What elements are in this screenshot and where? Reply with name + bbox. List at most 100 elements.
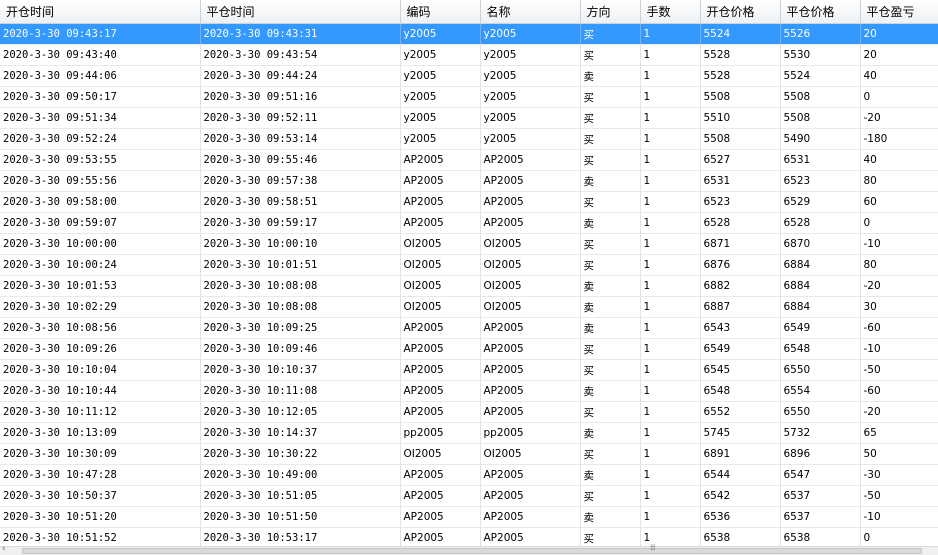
table-row[interactable]: 2020-3-30 10:50:37 2020-3-30 10:51:05 AP20… bbox=[0, 485, 938, 507]
cell-pnl: -30 bbox=[860, 464, 938, 486]
cell-name: OI2005 bbox=[480, 254, 581, 276]
table-row[interactable]: 2020-3-30 10:10:04 2020-3-30 10:10:37 AP20… bbox=[0, 359, 938, 381]
cell-close-price: 6554 bbox=[780, 380, 861, 402]
table-row[interactable]: 2020-3-30 09:43:40 2020-3-30 09:43:54 y200… bbox=[0, 44, 938, 66]
cell-close-price: 6870 bbox=[780, 233, 861, 255]
trade-history-grid[interactable]: 开仓时间 平仓时间 编码 名称 方向 手数 开仓价格 平仓价格 平仓盈亏 202… bbox=[0, 0, 938, 554]
table-row[interactable]: 2020-3-30 09:43:17 2020-3-30 09:43:31 y200… bbox=[0, 23, 938, 45]
cell-lots: 1 bbox=[640, 485, 701, 507]
cell-lots: 1 bbox=[640, 296, 701, 318]
table-row[interactable]: 2020-3-30 10:10:44 2020-3-30 10:11:08 AP20… bbox=[0, 380, 938, 402]
column-header-name[interactable]: 名称 bbox=[480, 0, 581, 24]
column-header-lots[interactable]: 手数 bbox=[640, 0, 701, 24]
cell-open-time: 2020-3-30 10:47:28 bbox=[0, 464, 201, 486]
cell-name: y2005 bbox=[480, 65, 581, 87]
cell-open-time: 2020-3-30 10:02:29 bbox=[0, 296, 201, 318]
cell-direction: 买 bbox=[580, 401, 641, 423]
cell-open-price: 6528 bbox=[700, 212, 781, 234]
table-row[interactable]: 2020-3-30 09:52:24 2020-3-30 09:53:14 y200… bbox=[0, 128, 938, 150]
cell-lots: 1 bbox=[640, 338, 701, 360]
table-row[interactable]: 2020-3-30 10:11:12 2020-3-30 10:12:05 AP20… bbox=[0, 401, 938, 423]
cell-direction: 卖 bbox=[580, 275, 641, 297]
column-header-pnl[interactable]: 平仓盈亏 bbox=[860, 0, 938, 24]
table-row[interactable]: 2020-3-30 10:30:09 2020-3-30 10:30:22 OI20… bbox=[0, 443, 938, 465]
cell-close-price: 6531 bbox=[780, 149, 861, 171]
cell-name: y2005 bbox=[480, 23, 581, 45]
cell-open-price: 5508 bbox=[700, 128, 781, 150]
cell-name: AP2005 bbox=[480, 338, 581, 360]
cell-open-time: 2020-3-30 09:53:55 bbox=[0, 149, 201, 171]
cell-open-price: 6871 bbox=[700, 233, 781, 255]
cell-name: AP2005 bbox=[480, 506, 581, 528]
cell-open-price: 6544 bbox=[700, 464, 781, 486]
cell-code: AP2005 bbox=[400, 506, 481, 528]
table-row[interactable]: 2020-3-30 10:13:09 2020-3-30 10:14:37 pp20… bbox=[0, 422, 938, 444]
table-row[interactable]: 2020-3-30 10:51:20 2020-3-30 10:51:50 AP20… bbox=[0, 506, 938, 528]
cell-close-time: 2020-3-30 09:43:54 bbox=[200, 44, 401, 66]
table-row[interactable]: 2020-3-30 10:02:29 2020-3-30 10:08:08 OI20… bbox=[0, 296, 938, 318]
cell-close-price: 6528 bbox=[780, 212, 861, 234]
cell-open-price: 5508 bbox=[700, 86, 781, 108]
cell-pnl: -50 bbox=[860, 485, 938, 507]
cell-close-price: 5526 bbox=[780, 23, 861, 45]
cell-lots: 1 bbox=[640, 359, 701, 381]
table-row[interactable]: 2020-3-30 09:55:56 2020-3-30 09:57:38 AP20… bbox=[0, 170, 938, 192]
column-header-close-price[interactable]: 平仓价格 bbox=[780, 0, 861, 24]
cell-open-price: 6543 bbox=[700, 317, 781, 339]
cell-close-price: 5732 bbox=[780, 422, 861, 444]
table-row[interactable]: 2020-3-30 09:58:00 2020-3-30 09:58:51 AP20… bbox=[0, 191, 938, 213]
cell-code: AP2005 bbox=[400, 338, 481, 360]
cell-pnl: -60 bbox=[860, 317, 938, 339]
column-header-direction[interactable]: 方向 bbox=[580, 0, 641, 24]
cell-close-price: 6550 bbox=[780, 401, 861, 423]
cell-code: AP2005 bbox=[400, 317, 481, 339]
cell-pnl: -10 bbox=[860, 506, 938, 528]
table-row[interactable]: 2020-3-30 10:08:56 2020-3-30 10:09:25 AP20… bbox=[0, 317, 938, 339]
table-row[interactable]: 2020-3-30 09:53:55 2020-3-30 09:55:46 AP20… bbox=[0, 149, 938, 171]
cell-lots: 1 bbox=[640, 128, 701, 150]
cell-open-time: 2020-3-30 10:09:26 bbox=[0, 338, 201, 360]
cell-close-time: 2020-3-30 10:09:25 bbox=[200, 317, 401, 339]
cell-pnl: -20 bbox=[860, 401, 938, 423]
table-row[interactable]: 2020-3-30 10:01:53 2020-3-30 10:08:08 OI20… bbox=[0, 275, 938, 297]
cell-code: y2005 bbox=[400, 65, 481, 87]
cell-open-price: 5528 bbox=[700, 44, 781, 66]
table-row[interactable]: 2020-3-30 10:47:28 2020-3-30 10:49:00 AP20… bbox=[0, 464, 938, 486]
cell-open-time: 2020-3-30 09:43:17 bbox=[0, 23, 201, 45]
cell-direction: 卖 bbox=[580, 296, 641, 318]
table-row[interactable]: 2020-3-30 09:59:07 2020-3-30 09:59:17 AP20… bbox=[0, 212, 938, 234]
table-row[interactable]: 2020-3-30 10:00:24 2020-3-30 10:01:51 OI20… bbox=[0, 254, 938, 276]
cell-pnl: -20 bbox=[860, 275, 938, 297]
scrollbar-thumb[interactable] bbox=[22, 548, 922, 554]
cell-direction: 买 bbox=[580, 191, 641, 213]
cell-pnl: 40 bbox=[860, 65, 938, 87]
scroll-left-icon[interactable]: ‹ bbox=[2, 544, 6, 554]
column-header-code[interactable]: 编码 bbox=[400, 0, 481, 24]
cell-open-price: 6536 bbox=[700, 506, 781, 528]
cell-name: OI2005 bbox=[480, 275, 581, 297]
cell-direction: 买 bbox=[580, 128, 641, 150]
cell-open-price: 5510 bbox=[700, 107, 781, 129]
table-row[interactable]: 2020-3-30 10:00:00 2020-3-30 10:00:10 OI20… bbox=[0, 233, 938, 255]
cell-open-time: 2020-3-30 09:55:56 bbox=[0, 170, 201, 192]
cell-code: AP2005 bbox=[400, 191, 481, 213]
table-row[interactable]: 2020-3-30 09:44:06 2020-3-30 09:44:24 y200… bbox=[0, 65, 938, 87]
cell-pnl: 65 bbox=[860, 422, 938, 444]
column-header-open-price[interactable]: 开仓价格 bbox=[700, 0, 781, 24]
column-header-open-time[interactable]: 开仓时间 bbox=[0, 0, 201, 24]
cell-code: y2005 bbox=[400, 44, 481, 66]
cell-open-price: 6552 bbox=[700, 401, 781, 423]
cell-open-time: 2020-3-30 10:50:37 bbox=[0, 485, 201, 507]
cell-direction: 卖 bbox=[580, 317, 641, 339]
cell-code: AP2005 bbox=[400, 359, 481, 381]
cell-close-time: 2020-3-30 10:08:08 bbox=[200, 275, 401, 297]
cell-close-time: 2020-3-30 10:01:51 bbox=[200, 254, 401, 276]
table-row[interactable]: 2020-3-30 09:50:17 2020-3-30 09:51:16 y200… bbox=[0, 86, 938, 108]
table-row[interactable]: 2020-3-30 09:51:34 2020-3-30 09:52:11 y200… bbox=[0, 107, 938, 129]
cell-lots: 1 bbox=[640, 401, 701, 423]
cell-lots: 1 bbox=[640, 275, 701, 297]
cell-close-price: 6884 bbox=[780, 254, 861, 276]
column-header-close-time[interactable]: 平仓时间 bbox=[200, 0, 401, 24]
table-row[interactable]: 2020-3-30 10:09:26 2020-3-30 10:09:46 AP20… bbox=[0, 338, 938, 360]
cell-open-time: 2020-3-30 10:13:09 bbox=[0, 422, 201, 444]
